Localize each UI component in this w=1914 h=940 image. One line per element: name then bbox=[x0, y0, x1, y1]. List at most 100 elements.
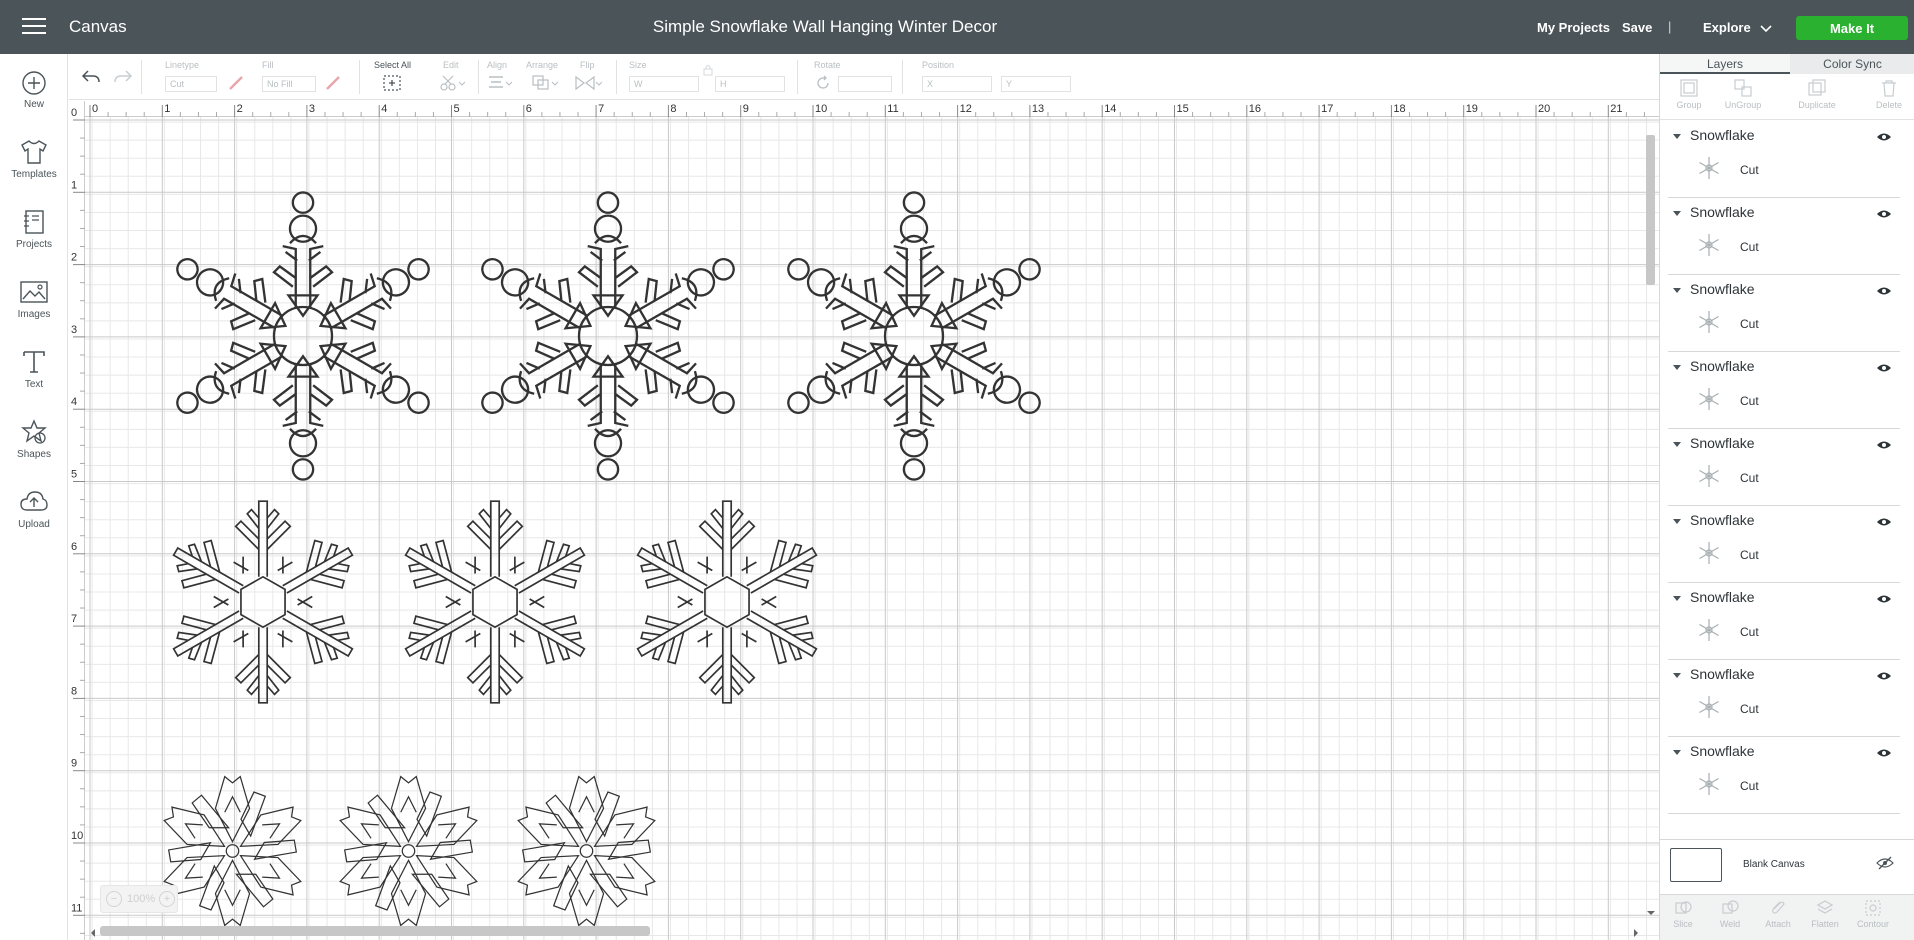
attach-button[interactable]: Attach bbox=[1755, 899, 1801, 929]
select-all-icon[interactable] bbox=[382, 74, 402, 92]
snowflake-shape[interactable] bbox=[463, 191, 753, 481]
design-canvas[interactable]: 0 1 2 3 4 5 6 7 8 9 10 11 12 13 14 15 16 17 18 19 20 21 01234… bbox=[69, 101, 1659, 940]
weld-button[interactable]: Weld bbox=[1707, 899, 1753, 929]
height-input[interactable]: H bbox=[715, 76, 785, 92]
eye-icon[interactable] bbox=[1876, 362, 1892, 374]
projects-button[interactable]: Projects bbox=[0, 208, 68, 250]
templates-button[interactable]: Templates bbox=[0, 138, 68, 180]
eye-hidden-icon[interactable] bbox=[1876, 856, 1894, 870]
snowflake-shape[interactable] bbox=[158, 191, 448, 481]
rotate-input[interactable] bbox=[838, 76, 892, 92]
snowflake-shape[interactable] bbox=[155, 769, 310, 933]
snowflake-thumbnail[interactable] bbox=[1696, 232, 1722, 258]
snowflake-thumbnail[interactable] bbox=[1696, 463, 1722, 489]
eye-icon[interactable] bbox=[1876, 208, 1892, 220]
explore-dropdown[interactable]: Explore bbox=[1703, 20, 1772, 35]
snowflake-thumbnail[interactable] bbox=[1696, 694, 1722, 720]
text-button[interactable]: Text bbox=[0, 348, 68, 390]
lock-icon[interactable] bbox=[703, 64, 713, 76]
upload-button[interactable]: Upload bbox=[0, 488, 68, 530]
slice-button[interactable]: Slice bbox=[1660, 899, 1706, 929]
eye-icon[interactable] bbox=[1876, 131, 1892, 143]
snowflake-thumbnail[interactable] bbox=[1696, 309, 1722, 335]
snowflake-thumbnail[interactable] bbox=[1696, 155, 1722, 181]
duplicate-button[interactable]: Duplicate bbox=[1792, 78, 1842, 110]
layer-group[interactable]: Snowflake Cut bbox=[1668, 121, 1900, 198]
fill-select[interactable]: No Fill bbox=[262, 76, 316, 92]
linetype-select[interactable]: Cut bbox=[165, 76, 217, 92]
caret-down-icon[interactable] bbox=[1672, 133, 1682, 141]
arrange-label: Arrange bbox=[526, 60, 559, 70]
tab-color-sync[interactable]: Color Sync bbox=[1790, 54, 1914, 74]
eye-icon[interactable] bbox=[1876, 439, 1892, 451]
eye-icon[interactable] bbox=[1876, 747, 1892, 759]
y-position-input[interactable]: Y bbox=[1001, 76, 1071, 92]
undo-icon[interactable] bbox=[81, 68, 101, 84]
layer-linetype: Cut bbox=[1740, 394, 1759, 408]
layer-group[interactable]: Snowflake Cut bbox=[1668, 198, 1900, 275]
fill-color-swatch[interactable] bbox=[324, 74, 342, 92]
scroll-left-arrow[interactable] bbox=[89, 928, 97, 938]
my-projects-link[interactable]: My Projects bbox=[1537, 20, 1610, 35]
snowflake-shape[interactable] bbox=[769, 191, 1059, 481]
zoom-in-icon[interactable]: + bbox=[159, 891, 175, 907]
layers-scrollbar[interactable] bbox=[1646, 135, 1655, 285]
layer-group[interactable]: Snowflake Cut bbox=[1668, 737, 1900, 814]
snowflake-shape[interactable] bbox=[158, 481, 368, 723]
snowflake-shape[interactable] bbox=[331, 769, 486, 933]
ungroup-button[interactable]: UnGroup bbox=[1718, 78, 1768, 110]
save-button[interactable]: Save bbox=[1622, 20, 1652, 35]
snowflake-thumbnail[interactable] bbox=[1696, 771, 1722, 797]
width-input[interactable]: W bbox=[629, 76, 699, 92]
layer-group[interactable]: Snowflake Cut bbox=[1668, 506, 1900, 583]
eye-icon[interactable] bbox=[1876, 593, 1892, 605]
snowflake-thumbnail[interactable] bbox=[1696, 617, 1722, 643]
shapes-button[interactable]: Shapes bbox=[0, 418, 68, 460]
flatten-button[interactable]: Flatten bbox=[1802, 899, 1848, 929]
caret-down-icon[interactable] bbox=[1672, 441, 1682, 449]
caret-down-icon[interactable] bbox=[1672, 518, 1682, 526]
contour-button[interactable]: Contour bbox=[1850, 899, 1896, 929]
snowflake-shape[interactable] bbox=[622, 481, 832, 723]
eye-icon[interactable] bbox=[1876, 516, 1892, 528]
flip-icon[interactable] bbox=[574, 74, 602, 92]
caret-down-icon[interactable] bbox=[1672, 595, 1682, 603]
caret-down-icon[interactable] bbox=[1672, 672, 1682, 680]
zoom-control[interactable]: − 100% + bbox=[100, 885, 178, 913]
scroll-right-arrow[interactable] bbox=[1632, 928, 1640, 938]
align-icon[interactable] bbox=[487, 74, 513, 92]
zoom-out-icon[interactable]: − bbox=[106, 891, 122, 907]
x-position-input[interactable]: X bbox=[922, 76, 992, 92]
make-it-button[interactable]: Make It bbox=[1796, 16, 1908, 40]
layer-group[interactable]: Snowflake Cut bbox=[1668, 275, 1900, 352]
arrange-icon[interactable] bbox=[531, 74, 559, 92]
layer-group[interactable]: Snowflake Cut bbox=[1668, 583, 1900, 660]
eye-icon[interactable] bbox=[1876, 285, 1892, 297]
caret-down-icon[interactable] bbox=[1672, 364, 1682, 372]
tab-layers[interactable]: Layers bbox=[1660, 54, 1790, 74]
layer-group[interactable]: Snowflake Cut bbox=[1668, 660, 1900, 737]
layer-group[interactable]: Snowflake Cut bbox=[1668, 429, 1900, 506]
caret-down-icon[interactable] bbox=[1672, 749, 1682, 757]
ruler-tick-label: 10 bbox=[815, 103, 827, 115]
caret-down-icon[interactable] bbox=[1672, 210, 1682, 218]
blank-canvas-swatch[interactable] bbox=[1670, 848, 1722, 882]
new-button[interactable]: New bbox=[0, 70, 68, 110]
images-button[interactable]: Images bbox=[0, 278, 68, 320]
snowflake-shape[interactable] bbox=[509, 769, 664, 933]
horizontal-scrollbar[interactable] bbox=[100, 926, 650, 936]
caret-down-icon[interactable] bbox=[1672, 287, 1682, 295]
redo-icon[interactable] bbox=[113, 68, 133, 84]
delete-button[interactable]: Delete bbox=[1864, 78, 1914, 110]
scissors-icon[interactable] bbox=[439, 74, 465, 92]
flip-label: Flip bbox=[580, 60, 595, 70]
group-button[interactable]: Group bbox=[1664, 78, 1714, 110]
scroll-down-arrow[interactable] bbox=[1646, 909, 1656, 917]
snowflake-shape[interactable] bbox=[390, 481, 600, 723]
linetype-color-swatch[interactable] bbox=[227, 74, 245, 92]
eye-icon[interactable] bbox=[1876, 670, 1892, 682]
snowflake-thumbnail[interactable] bbox=[1696, 386, 1722, 412]
rotate-icon[interactable] bbox=[814, 74, 832, 92]
snowflake-thumbnail[interactable] bbox=[1696, 540, 1722, 566]
layer-group[interactable]: Snowflake Cut bbox=[1668, 352, 1900, 429]
